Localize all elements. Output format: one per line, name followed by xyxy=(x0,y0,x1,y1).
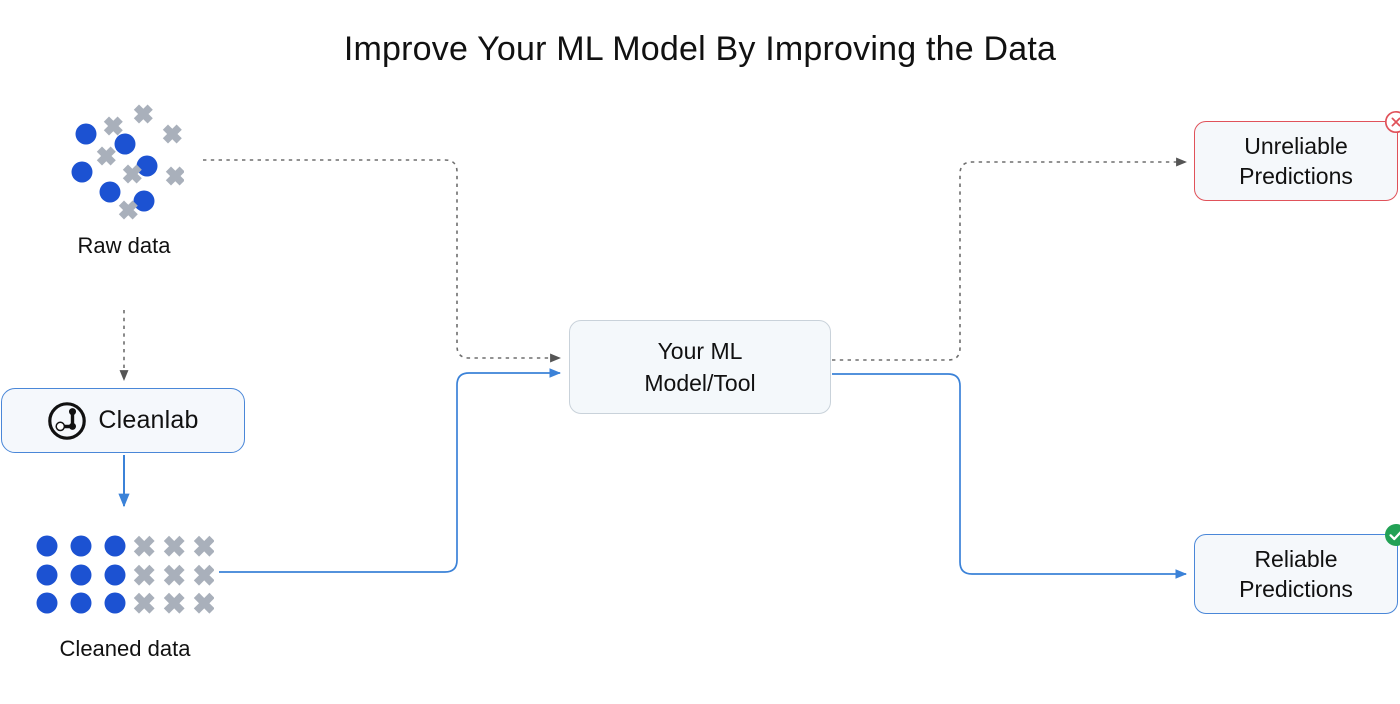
error-circle-x-icon xyxy=(1384,110,1400,134)
edge-raw-to-model xyxy=(203,159,561,363)
cleanlab-node[interactable]: Cleanlab xyxy=(1,388,245,453)
raw-data-label: Raw data xyxy=(77,233,171,258)
ml-model-label: Your ML Model/Tool xyxy=(644,338,756,396)
reliable-predictions-label: Reliable Predictions xyxy=(1239,546,1353,602)
cleaned-blue-points xyxy=(36,535,126,614)
diagram-canvas: Improve Your ML Model By Improving the D… xyxy=(0,0,1400,704)
edge-model-to-reliable xyxy=(832,373,1188,579)
raw-blue-points xyxy=(71,123,158,212)
cleaned-gray-points xyxy=(133,535,214,614)
raw-data-scatter-icon xyxy=(62,104,184,220)
unreliable-predictions-label: Unreliable Predictions xyxy=(1239,133,1353,189)
edge-cleaned-to-model xyxy=(219,368,562,573)
edge-model-to-unreliable xyxy=(832,157,1187,361)
unreliable-predictions-node[interactable]: Unreliable Predictions xyxy=(1194,110,1400,201)
page-title: Improve Your ML Model By Improving the D… xyxy=(343,30,1057,68)
cleaned-data-label: Cleaned data xyxy=(59,636,191,661)
reliable-predictions-node[interactable]: Reliable Predictions xyxy=(1194,524,1400,614)
cleaned-data-grid-icon xyxy=(36,534,214,614)
cleanlab-logo-icon xyxy=(48,401,87,440)
cleanlab-label: Cleanlab xyxy=(98,406,199,434)
success-circle-check-icon xyxy=(1384,523,1400,547)
ml-model-node[interactable]: Your ML Model/Tool xyxy=(569,320,831,414)
